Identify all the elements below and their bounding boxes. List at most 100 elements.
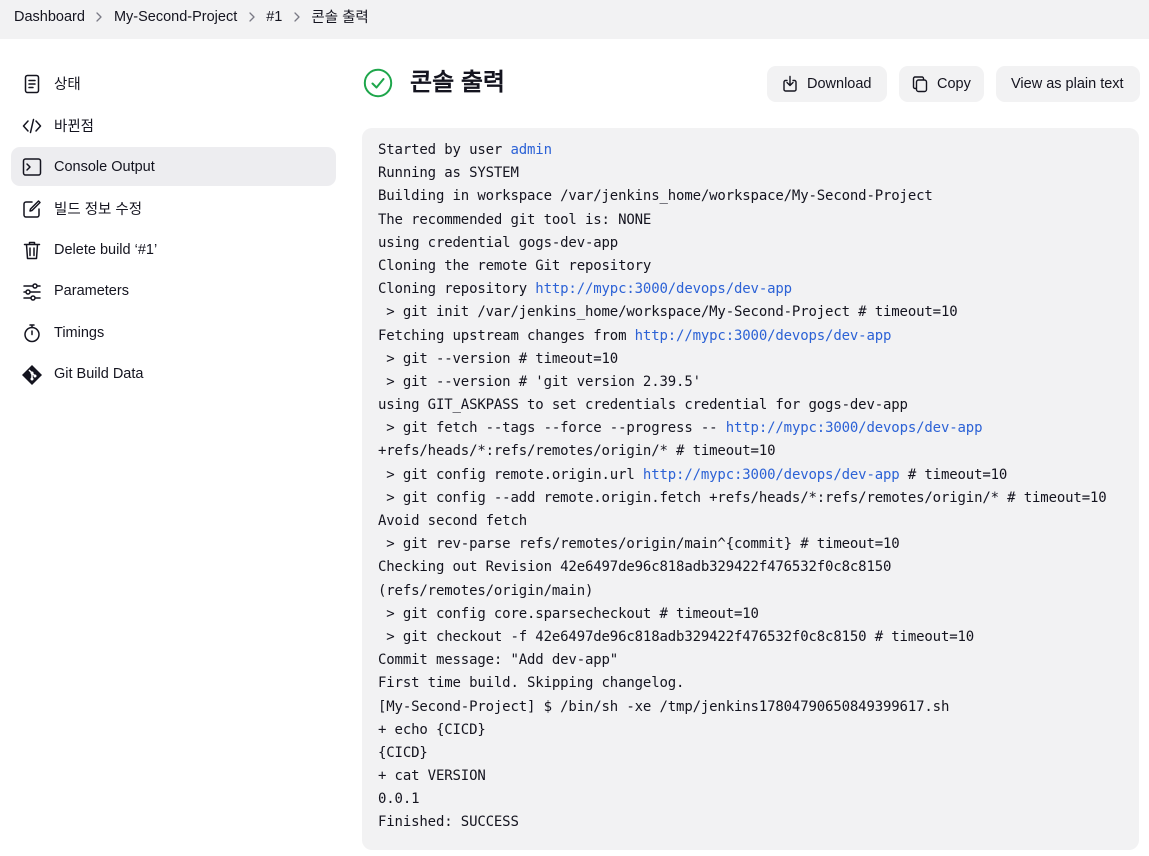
sidebar: 상태 바뀐점 Console Output 빌드 정보 수정 Delete bu…: [11, 64, 336, 396]
console-line: Cloning the remote Git repository: [378, 255, 1107, 278]
console-text: Cloning repository: [378, 281, 536, 298]
console-text: > git config core.sparsecheckout # timeo…: [378, 605, 759, 622]
console-text: [My-Second-Project] $ /bin/sh -xe /tmp/j…: [378, 698, 950, 715]
console-text: using GIT_ASKPASS to set credentials cre…: [378, 397, 908, 414]
console-text: > git --version # timeout=10: [378, 350, 619, 367]
console-text: > git checkout -f 42e6497de96c818adb3294…: [378, 628, 975, 645]
console-text: Checking out Revision 42e6497de96c818adb…: [378, 559, 892, 576]
view-plain-text-button[interactable]: View as plain text: [996, 66, 1140, 102]
console-text: The recommended git tool is: NONE: [378, 211, 652, 228]
sidebar-item-label: Timings: [54, 324, 105, 341]
console-text: using credential gogs-dev-app: [378, 234, 619, 251]
console-text: {CICD}: [378, 744, 428, 761]
console-text: > git rev-parse refs/remotes/origin/main…: [378, 536, 900, 553]
trash-icon: [21, 239, 43, 261]
code-icon: [21, 115, 43, 137]
console-line: Started by user admin: [378, 139, 1107, 162]
console-text: Commit message: "Add dev-app": [378, 652, 619, 669]
sidebar-item-status[interactable]: 상태: [11, 64, 336, 103]
console-link[interactable]: http://mypc:3000/devops/dev-app: [643, 467, 900, 483]
console-line: Running as SYSTEM: [378, 162, 1107, 185]
console-log: Started by user admin Running as SYSTEM Bu…: [378, 139, 1107, 835]
console-line: > git --version # 'git version 2.39.5': [378, 371, 1107, 394]
console-line: > git checkout -f 42e6497de96c818adb3294…: [378, 626, 1107, 649]
console-line: First time build. Skipping changelog.: [378, 672, 1107, 695]
breadcrumb-item-console[interactable]: 콘솔 출력: [311, 6, 368, 27]
console-line: (refs/remotes/origin/main): [378, 580, 1107, 603]
breadcrumb-item-project[interactable]: My-Second-Project: [114, 9, 237, 25]
document-icon: [21, 73, 43, 95]
console-line: Checking out Revision 42e6497de96c818adb…: [378, 556, 1107, 579]
console-line: [My-Second-Project] $ /bin/sh -xe /tmp/j…: [378, 696, 1107, 719]
console-line: > git rev-parse refs/remotes/origin/main…: [378, 533, 1107, 556]
console-line: 0.0.1: [378, 788, 1107, 811]
console-line: Avoid second fetch: [378, 510, 1107, 533]
console-line: Building in workspace /var/jenkins_home/…: [378, 185, 1107, 208]
download-button[interactable]: Download: [767, 66, 887, 102]
terminal-icon: [21, 156, 43, 178]
sidebar-item-delete-build[interactable]: Delete build ‘#1’: [11, 230, 336, 269]
sidebar-item-edit-build-info[interactable]: 빌드 정보 수정: [11, 189, 336, 228]
console-text: First time build. Skipping changelog.: [378, 675, 685, 692]
console-link[interactable]: http://mypc:3000/devops/dev-app: [726, 420, 983, 436]
sidebar-item-label: Console Output: [54, 158, 155, 175]
console-line: > git init /var/jenkins_home/workspace/M…: [378, 301, 1107, 324]
console-text: # timeout=10: [899, 466, 1008, 483]
breadcrumb-bar: Dashboard My-Second-Project #1 콘솔 출력: [0, 0, 1149, 39]
console-text: Building in workspace /var/jenkins_home/…: [378, 188, 933, 205]
console-link[interactable]: http://mypc:3000/devops/dev-app: [635, 328, 892, 344]
console-text: > git --version # 'git version 2.39.5': [378, 373, 701, 390]
console-line: The recommended git tool is: NONE: [378, 209, 1107, 232]
download-button-label: Download: [807, 76, 872, 92]
sidebar-item-parameters[interactable]: Parameters: [11, 272, 336, 311]
console-line: +refs/heads/*:refs/remotes/origin/* # ti…: [378, 440, 1107, 463]
console-text: Cloning the remote Git repository: [378, 257, 652, 274]
success-check-icon: [363, 68, 393, 98]
breadcrumb-item-dashboard[interactable]: Dashboard: [14, 9, 85, 25]
console-text: Avoid second fetch: [378, 513, 528, 529]
console-link[interactable]: http://mypc:3000/devops/dev-app: [535, 281, 792, 297]
sidebar-item-label: 상태: [54, 77, 81, 93]
breadcrumb-item-build[interactable]: #1: [266, 9, 282, 25]
console-line: > git fetch --tags --force --progress --…: [378, 417, 1107, 440]
console-line: > git --version # timeout=10: [378, 348, 1107, 371]
console-text: > git init /var/jenkins_home/workspace/M…: [378, 304, 958, 321]
edit-icon: [21, 198, 43, 220]
console-text: Finished: SUCCESS: [378, 814, 519, 831]
copy-button[interactable]: Copy: [899, 66, 984, 102]
sidebar-item-label: Delete build ‘#1’: [54, 241, 158, 258]
sidebar-item-changes[interactable]: 바뀐점: [11, 106, 336, 145]
chevron-right-icon: [237, 7, 266, 27]
breadcrumb: Dashboard My-Second-Project #1 콘솔 출력: [14, 0, 369, 33]
console-line: > git config remote.origin.url http://my…: [378, 464, 1107, 487]
console-text: Fetching upstream changes from: [378, 327, 635, 344]
copy-button-label: Copy: [937, 76, 971, 92]
console-line: using credential gogs-dev-app: [378, 232, 1107, 255]
console-text: > git config remote.origin.url: [378, 466, 643, 483]
console-line: Commit message: "Add dev-app": [378, 649, 1107, 672]
console-line: + cat VERSION: [378, 765, 1107, 788]
console-text: 0.0.1: [378, 791, 420, 808]
console-text: > git config --add remote.origin.fetch +…: [378, 489, 1107, 506]
git-icon: [21, 364, 43, 386]
copy-icon: [911, 75, 929, 93]
console-line: Finished: SUCCESS: [378, 811, 1107, 834]
console-text: Started by user: [378, 142, 511, 158]
sliders-icon: [21, 281, 43, 303]
sidebar-item-console-output[interactable]: Console Output: [11, 147, 336, 186]
chevron-right-icon: [282, 7, 311, 27]
sidebar-item-timings[interactable]: Timings: [11, 313, 336, 352]
console-text: +refs/heads/*:refs/remotes/origin/* # ti…: [378, 443, 776, 460]
download-icon: [781, 75, 799, 93]
page-title: 콘솔 출력: [410, 69, 505, 96]
console-line: {CICD}: [378, 742, 1107, 765]
console-line: Cloning repository http://mypc:3000/devo…: [378, 278, 1107, 301]
console-line: using GIT_ASKPASS to set credentials cre…: [378, 394, 1107, 417]
sidebar-item-label: 빌드 정보 수정: [54, 201, 143, 218]
console-link[interactable]: admin: [510, 142, 552, 158]
console-line: > git config --add remote.origin.fetch +…: [378, 487, 1107, 510]
console-line: > git config core.sparsecheckout # timeo…: [378, 603, 1107, 626]
view-plain-text-label: View as plain text: [1011, 76, 1124, 92]
console-text: Running as SYSTEM: [378, 165, 519, 182]
sidebar-item-git-build-data[interactable]: Git Build Data: [11, 355, 336, 394]
